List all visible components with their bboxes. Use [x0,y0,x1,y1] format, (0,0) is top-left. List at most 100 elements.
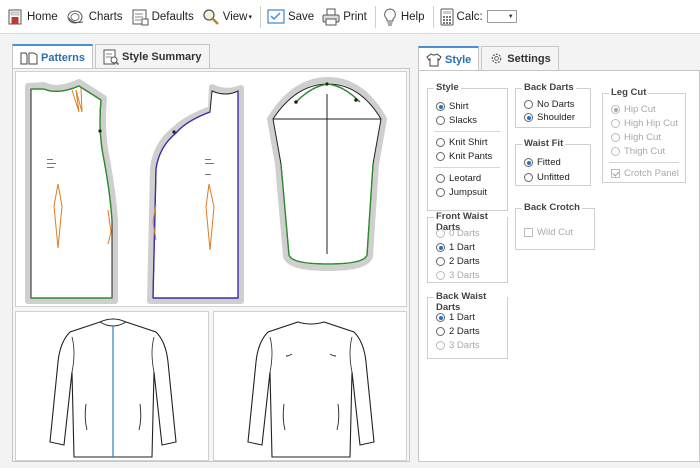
style-option-slacks[interactable]: Slacks [436,115,477,126]
radio-knit-pants[interactable] [436,152,445,161]
back-darts-no-darts[interactable]: No Darts [524,99,574,110]
waist-fit-unfitted[interactable]: Unfitted [524,172,570,183]
wild-cut-option: Wild Cut [524,227,573,238]
style-option-leotard[interactable]: Leotard [436,173,481,184]
radio-hip-cut [611,105,620,114]
tab-settings[interactable]: Settings [481,46,559,70]
lightbulb-icon [384,7,396,25]
radio-2-darts[interactable] [436,257,445,266]
radio-unfitted[interactable] [524,173,533,182]
tab-patterns-label: Patterns [41,51,86,64]
defaults-label: Defaults [151,10,194,23]
waist-fit-option-label: Unfitted [537,172,570,183]
back-waist-darts-title: Back Waist Darts [434,291,507,313]
radio-jumpsuit[interactable] [436,188,445,197]
front-darts-label: 1 Dart [449,242,475,253]
wild-cut-label: Wild Cut [537,227,573,238]
tab-style[interactable]: Style [418,46,480,71]
tab-patterns[interactable]: Patterns [12,44,94,69]
back-darts-label: 3 Darts [449,340,480,351]
save-label: Save [287,10,315,23]
front-bodice-piece [25,79,118,304]
chevron-down-icon: ▼ [507,14,514,20]
radio-knit-shirt[interactable] [436,138,445,147]
right-tab-bar: Style Settings [418,46,561,71]
radio-shoulder[interactable] [524,113,533,122]
front-waist-darts-group: Front Waist Darts 0 Darts 1 Dart 2 Darts… [427,211,508,283]
back-crotch-title: Back Crotch [522,202,582,213]
leg-cut-high-cut: High Cut [611,132,661,143]
home-button[interactable]: Home [6,3,58,31]
style-option-label: Knit Shirt [449,137,488,148]
style-option-knit-shirt[interactable]: Knit Shirt [436,137,488,148]
style-group-title: Style [434,82,461,93]
tab-style-summary[interactable]: Style Summary [95,44,210,68]
sleeve-piece [267,77,387,271]
radio-shirt[interactable] [436,102,445,111]
back-darts-option-1[interactable]: 1 Dart [436,312,475,323]
front-darts-option-1[interactable]: 1 Dart [436,242,475,253]
radio-leotard[interactable] [436,174,445,183]
pattern-pieces-drawing [25,77,387,304]
pattern-view[interactable] [15,71,407,307]
radio-thigh-cut [611,147,620,156]
back-darts-group: Back Darts No Darts Shoulder [515,82,591,128]
calc-select[interactable]: ▼ [486,10,517,23]
back-darts-label: 2 Darts [449,326,480,337]
leg-cut-option-label: High Cut [624,132,661,143]
style-option-knit-pants[interactable]: Knit Pants [436,151,492,162]
help-button[interactable]: Help [382,3,425,31]
crotch-panel-option: Crotch Panel [611,168,679,179]
radio-slacks[interactable] [436,116,445,125]
crotch-panel-checkbox [611,169,620,178]
print-button[interactable]: Print [322,3,367,31]
defaults-icon [132,9,149,25]
tab-settings-label: Settings [507,52,551,65]
save-button[interactable]: Save [267,3,314,31]
waist-fit-fitted[interactable]: Fitted [524,157,561,168]
group-divider [609,162,679,163]
print-label: Print [343,10,367,23]
crotch-panel-label: Crotch Panel [624,168,679,179]
radio-back-1-dart[interactable] [436,313,445,322]
back-darts-option-2[interactable]: 2 Darts [436,326,480,337]
back-sketch [213,311,407,461]
back-bodice-piece [147,84,244,304]
front-darts-option-3: 3 Darts [436,270,480,281]
radio-no-darts[interactable] [524,100,533,109]
back-darts-shoulder[interactable]: Shoulder [524,112,575,123]
leg-cut-group: Leg Cut Hip Cut High Hip Cut High Cut Th… [602,87,686,183]
view-dropdown-arrow-icon: ▾ [248,13,252,21]
leg-cut-option-label: High Hip Cut [624,118,678,129]
front-darts-label: 2 Darts [449,256,480,267]
radio-3-darts [436,271,445,280]
view-button[interactable]: View ▾ [202,3,252,31]
patterns-panel [12,68,410,462]
radio-1-dart[interactable] [436,243,445,252]
style-option-label: Slacks [449,115,477,126]
toolbar-divider [259,5,261,28]
calculator-icon [440,8,454,25]
style-option-shirt[interactable]: Shirt [436,101,469,112]
print-icon [322,8,340,25]
home-icon [8,9,22,24]
back-shirt-sketch-drawing [247,321,375,458]
radio-back-3-darts [436,341,445,350]
toolbar-divider [432,5,434,28]
front-darts-option-0: 0 Darts [436,228,480,239]
group-divider [434,131,500,132]
radio-fitted[interactable] [524,158,533,167]
toolbar-divider [374,5,376,28]
style-option-jumpsuit[interactable]: Jumpsuit [436,187,487,198]
magnifier-icon [203,8,219,25]
charts-button[interactable]: Charts [66,3,123,31]
charts-label: Charts [88,10,123,23]
defaults-button[interactable]: Defaults [131,3,194,31]
radio-back-2-darts[interactable] [436,327,445,336]
style-summary-icon [103,49,120,65]
radio-0-darts [436,229,445,238]
back-crotch-group: Back Crotch Wild Cut [515,202,595,250]
view-label: View [222,10,248,23]
calc-group: Calc: ▼ [440,3,517,31]
front-darts-option-2[interactable]: 2 Darts [436,256,480,267]
